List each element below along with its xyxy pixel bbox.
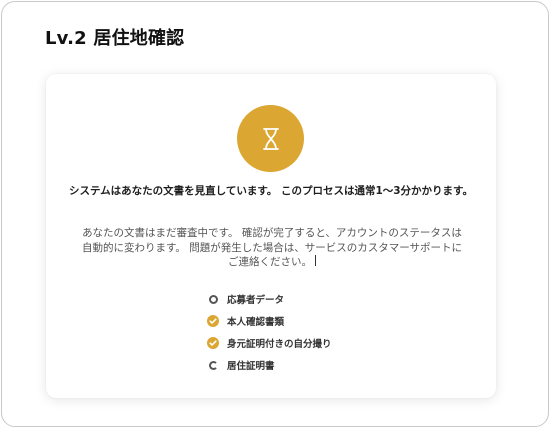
step-proof-of-residence: 居住証明書 xyxy=(207,354,332,376)
step-label: 応募者データ xyxy=(227,295,285,306)
review-status-card: システムはあなたの文書を見直しています。 このプロセスは通常1〜3分かかります。… xyxy=(46,74,496,398)
step-identity-document: 本人確認書類 xyxy=(207,310,332,332)
step-identity-selfie: 身元証明付きの自分撮り xyxy=(207,332,332,354)
pending-icon xyxy=(207,293,219,305)
verification-window: Lv.2 居住地確認 システムはあなたの文書を見直しています。 このプロセスは通… xyxy=(1,1,549,427)
verification-steps: 応募者データ 本人確認書類 身元証明付きの自分撮り 居住証明書 xyxy=(207,288,332,376)
page-title: Lv.2 居住地確認 xyxy=(45,28,185,49)
text-caret xyxy=(315,255,316,266)
check-circle-icon xyxy=(207,337,219,349)
step-label: 本人確認書類 xyxy=(227,317,285,328)
step-applicant-data: 応募者データ xyxy=(207,288,332,310)
check-circle-icon xyxy=(207,315,219,327)
review-headline: システムはあなたの文書を見直しています。 このプロセスは通常1〜3分かかります。 xyxy=(68,185,474,197)
loading-icon xyxy=(207,359,219,371)
review-description-text: あなたの文書はまだ審査中です。 確認が完了すると、アカウントのステータスは自動的… xyxy=(81,227,463,268)
step-label: 居住証明書 xyxy=(227,361,275,372)
status-badge xyxy=(237,105,304,172)
review-description: あなたの文書はまだ審査中です。 確認が完了すると、アカウントのステータスは自動的… xyxy=(80,226,464,270)
hourglass-icon xyxy=(262,127,279,150)
step-label: 身元証明付きの自分撮り xyxy=(227,339,332,350)
